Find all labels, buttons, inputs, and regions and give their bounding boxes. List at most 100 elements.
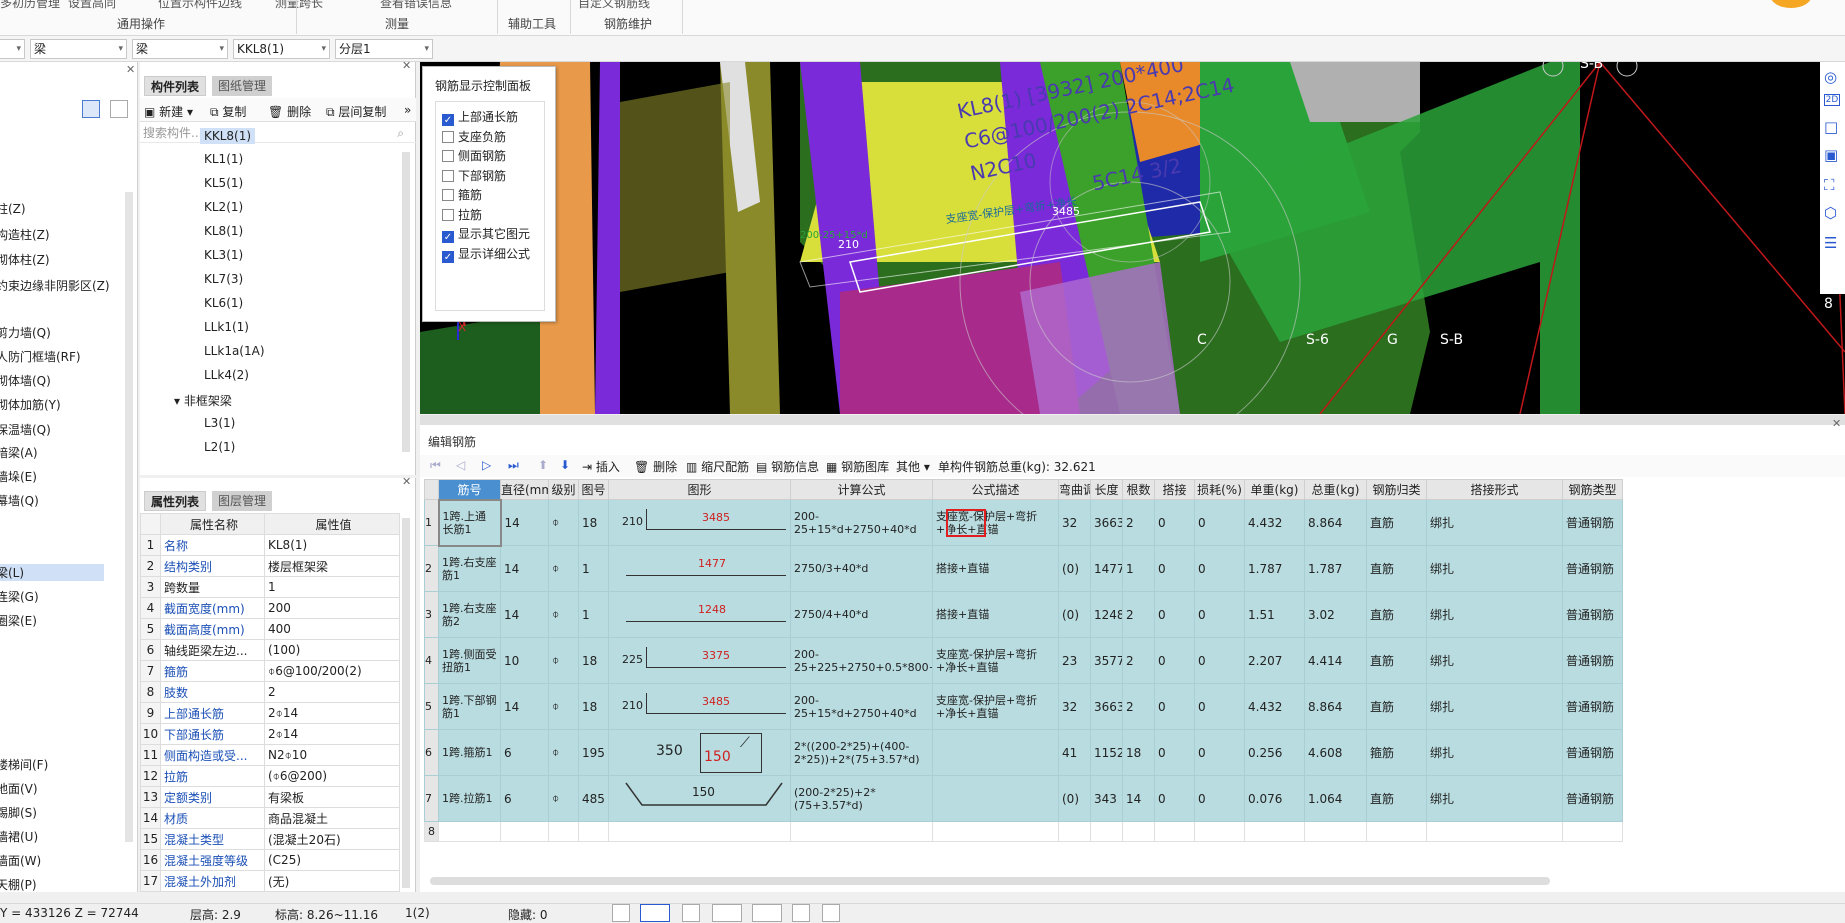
cell-dia[interactable]: 14 <box>500 499 549 546</box>
cell-dia[interactable]: 6 <box>500 775 549 822</box>
move-down-icon[interactable]: ⬇ <box>560 458 570 472</box>
cell-grade[interactable]: ⌽ <box>548 499 579 546</box>
rebar-row[interactable]: 1 1跨.上通长筋1 14 ⌽ 18 210 3485 200-25+15*d+2750+40… <box>424 498 1623 547</box>
shape-cell[interactable]: 210 3485 <box>608 499 791 546</box>
delete-button[interactable]: 🗑 删除 <box>268 103 311 120</box>
snap-icon[interactable] <box>792 904 810 922</box>
shape-cell[interactable]: 350 150 ⟋ <box>608 729 791 776</box>
cell-loss[interactable]: 0 <box>1194 775 1245 822</box>
property-row[interactable]: 13 定额类别 有梁板 <box>140 786 400 808</box>
list-scrollbar[interactable] <box>402 152 410 452</box>
cell-laptype[interactable]: 绑扎 <box>1426 683 1563 730</box>
cell-len[interactable]: 1152 <box>1090 729 1123 776</box>
shape-cell[interactable]: 210 3485 <box>608 683 791 730</box>
component-item[interactable]: KL2(1) <box>204 200 243 214</box>
tree-item[interactable]: 圈梁(E) <box>0 612 37 629</box>
empty-cell[interactable] <box>1562 821 1623 842</box>
cell-name[interactable]: 1跨.右支座筋1 <box>438 545 501 592</box>
shape-length-value[interactable]: 150 <box>704 749 731 765</box>
cell-grade[interactable]: ⌽ <box>548 545 579 592</box>
shape-length-value[interactable]: 3485 <box>702 511 730 524</box>
cell-loss[interactable]: 0 <box>1194 637 1245 684</box>
cell-dia[interactable]: 14 <box>500 591 549 638</box>
delete-row-button[interactable]: 🗑 删除 <box>634 458 677 475</box>
property-value[interactable]: 200 <box>264 597 400 619</box>
display-option[interactable]: ✓ 显示详细公式 <box>442 245 530 263</box>
cell-tw[interactable]: 8.864 <box>1304 683 1367 730</box>
empty-cell[interactable] <box>1194 821 1245 842</box>
empty-cell[interactable] <box>1122 821 1155 842</box>
property-value[interactable]: 1 <box>264 576 400 598</box>
tree-item[interactable]: 暗梁(A) <box>0 444 38 461</box>
cell-fig[interactable]: 18 <box>578 499 609 546</box>
cell-lap[interactable]: 0 <box>1154 729 1195 776</box>
tree-item[interactable]: 约束边缘非阴影区(Z) <box>0 277 110 294</box>
property-value[interactable]: 商品混凝土 <box>264 807 400 829</box>
tree-item[interactable]: 保温墙(Q) <box>0 421 51 438</box>
empty-cell[interactable] <box>1058 821 1091 842</box>
column-header[interactable]: 弯曲调整 <box>1058 479 1091 500</box>
cell-bend[interactable]: 32 <box>1058 499 1091 546</box>
tree-item[interactable]: 剪力墙(Q) <box>0 324 51 341</box>
cell-formula[interactable]: (200-2*25)+2*(75+3.57*d) <box>790 775 933 822</box>
ribbon-item-5[interactable]: 自定义钢筋线 <box>578 0 650 11</box>
cell-grade[interactable]: ⌽ <box>548 637 579 684</box>
cell-type[interactable]: 普通钢筋 <box>1562 729 1623 776</box>
empty-cell[interactable] <box>1426 821 1563 842</box>
property-row[interactable]: 3 跨数量 1 <box>140 576 400 598</box>
cell-uw[interactable]: 0.076 <box>1244 775 1305 822</box>
tree-scrollbar[interactable] <box>125 192 133 842</box>
empty-cell[interactable] <box>578 821 609 842</box>
cube-icon[interactable]: ▣ <box>1824 146 1838 164</box>
cell-desc[interactable]: 搭接+直锚 <box>932 545 1059 592</box>
2d-view-icon[interactable]: 2D <box>1824 94 1840 106</box>
cell-desc[interactable] <box>932 729 1059 776</box>
property-row[interactable]: 9 上部通长筋 2⌽14 <box>140 702 400 724</box>
angle-icon[interactable] <box>712 904 742 922</box>
shape-length-value[interactable]: 1248 <box>698 603 726 616</box>
cell-dia[interactable]: 6 <box>500 729 549 776</box>
cell-fig[interactable]: 1 <box>578 591 609 638</box>
component-item[interactable]: KL1(1) <box>204 152 243 166</box>
shape-length-value[interactable]: 3375 <box>702 649 730 662</box>
cell-cnt[interactable]: 2 <box>1122 591 1155 638</box>
property-row[interactable]: 8 肢数 2 <box>140 681 400 703</box>
property-row[interactable]: 1 名称 KL8(1) <box>140 534 400 556</box>
empty-row[interactable]: 8 <box>424 821 1623 842</box>
cell-loss[interactable]: 0 <box>1194 499 1245 546</box>
tree-item[interactable]: 天棚(P) <box>0 876 37 893</box>
display-option[interactable]: 下部钢筋 <box>442 167 506 184</box>
display-option[interactable]: 侧面钢筋 <box>442 147 506 164</box>
cell-laptype[interactable]: 绑扎 <box>1426 775 1563 822</box>
cell-loss[interactable]: 0 <box>1194 683 1245 730</box>
first-icon[interactable]: ⏮ <box>430 458 441 473</box>
cell-cat[interactable]: 直筋 <box>1366 637 1427 684</box>
column-header[interactable]: 计算公式 <box>790 479 933 500</box>
cell-cat[interactable]: 直筋 <box>1366 591 1427 638</box>
other-menu[interactable]: 其他 ▾ <box>896 458 930 475</box>
cell-len[interactable]: 1248 <box>1090 591 1123 638</box>
rebar-row[interactable]: 3 1跨.右支座筋2 14 ⌽ 1 1248 2750/4+40*d 搭接+直锚 (0) 1248… <box>424 591 1623 638</box>
checkbox[interactable] <box>442 150 454 162</box>
tree-item[interactable]: 柱(Z) <box>0 200 26 217</box>
property-row[interactable]: 14 材质 商品混凝土 <box>140 807 400 829</box>
cell-uw[interactable]: 1.51 <box>1244 591 1305 638</box>
property-value[interactable]: 2⌽14 <box>264 702 400 724</box>
cell-bend[interactable]: 32 <box>1058 683 1091 730</box>
column-header[interactable]: 根数 <box>1122 479 1155 500</box>
cell-dia[interactable]: 14 <box>500 545 549 592</box>
tree-item[interactable]: 墙裙(U) <box>0 828 38 845</box>
move-up-icon[interactable]: ⬆ <box>538 458 548 472</box>
cell-fig[interactable]: 1 <box>578 545 609 592</box>
cell-type[interactable]: 普通钢筋 <box>1562 637 1623 684</box>
cell-len[interactable]: 343 <box>1090 775 1123 822</box>
component-item[interactable]: LLk1a(1A) <box>204 344 265 358</box>
component-item[interactable]: KL7(3) <box>204 272 243 286</box>
column-header[interactable]: 损耗(%) <box>1194 479 1245 500</box>
cell-bend[interactable]: 41 <box>1058 729 1091 776</box>
cell-desc[interactable] <box>932 775 1059 822</box>
component-item[interactable]: LLk1(1) <box>204 320 249 334</box>
checkbox[interactable] <box>442 169 454 182</box>
tree-item[interactable]: 墙垛(E) <box>0 468 37 485</box>
cell-cnt[interactable]: 2 <box>1122 683 1155 730</box>
